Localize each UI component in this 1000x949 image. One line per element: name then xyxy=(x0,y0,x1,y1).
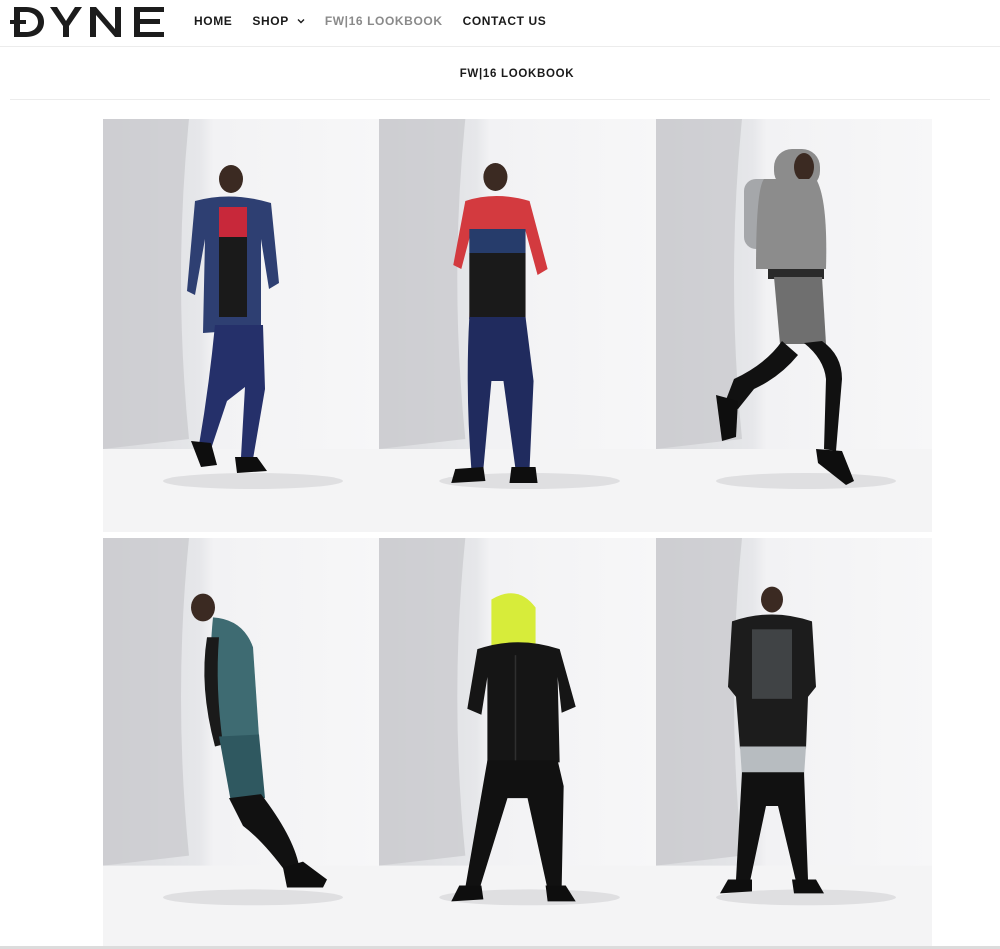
brand-logo-wordmark xyxy=(10,7,164,37)
lookbook-photo xyxy=(379,538,656,948)
brand-logo[interactable] xyxy=(10,4,170,40)
main-nav: HOME SHOP FW|16 LOOKBOOK CONTACT US xyxy=(194,0,566,42)
nav-home-label: HOME xyxy=(194,14,233,28)
nav-home[interactable]: HOME xyxy=(194,14,232,28)
lookbook-image-look-5[interactable] xyxy=(379,538,656,948)
nav-contact-label: CONTACT US xyxy=(462,14,547,28)
nav-shop[interactable]: SHOP xyxy=(252,14,305,28)
lookbook-image-look-4[interactable] xyxy=(103,538,379,948)
nav-lookbook-label: FW|16 LOOKBOOK xyxy=(324,14,443,28)
lookbook-photo xyxy=(103,119,379,532)
lookbook-grid xyxy=(103,119,932,948)
nav-lookbook[interactable]: FW|16 LOOKBOOK xyxy=(325,14,443,28)
site-header: HOME SHOP FW|16 LOOKBOOK CONTACT US xyxy=(0,0,1000,47)
page-title: FW|16 LOOKBOOK xyxy=(459,67,575,80)
lookbook-photo xyxy=(103,538,379,948)
lookbook-image-look-3[interactable] xyxy=(656,119,932,532)
lookbook-photo xyxy=(656,119,932,532)
lookbook-photo xyxy=(379,119,656,532)
chevron-down-icon xyxy=(297,18,305,24)
page-title-bar: FW|16 LOOKBOOK xyxy=(10,48,990,100)
nav-contact[interactable]: CONTACT US xyxy=(463,14,547,28)
lookbook-image-look-2[interactable] xyxy=(379,119,656,532)
lookbook-image-look-6[interactable] xyxy=(656,538,932,948)
lookbook-image-look-1[interactable] xyxy=(103,119,379,532)
nav-shop-label: SHOP xyxy=(252,14,289,28)
lookbook-photo xyxy=(656,538,932,948)
